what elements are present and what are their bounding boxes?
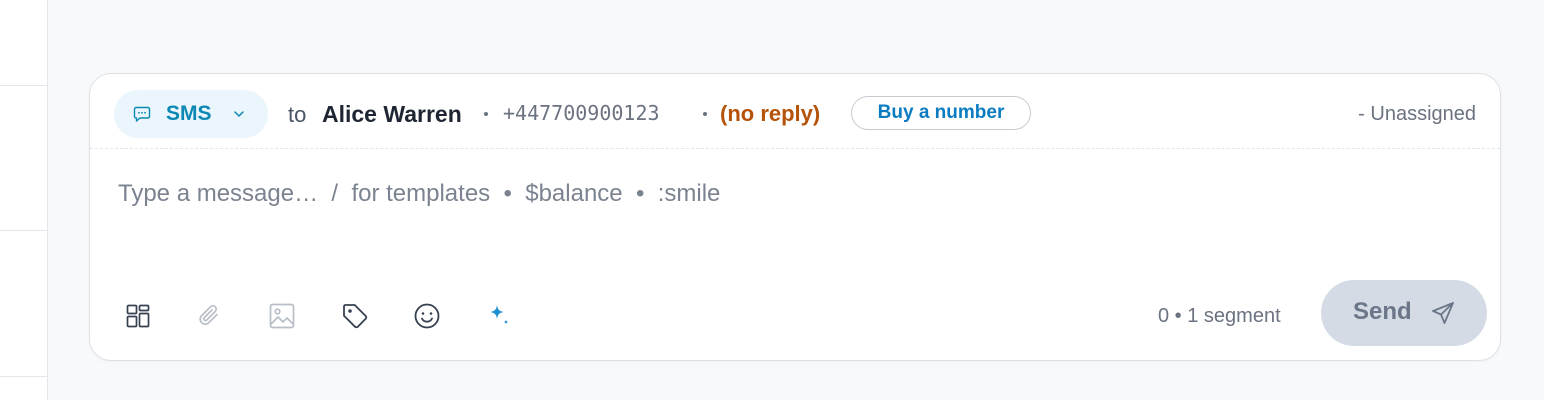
to-label: to	[288, 102, 307, 127]
ai-sparkle-icon	[490, 305, 509, 325]
tag-button[interactable]	[333, 294, 377, 338]
assignee-label[interactable]: - Unassigned	[1358, 103, 1476, 126]
tag-icon	[343, 304, 368, 329]
attach-file-button[interactable]	[188, 294, 232, 338]
emoji-smile-icon	[414, 303, 440, 329]
left-rail	[0, 0, 48, 400]
attach-image-button[interactable]	[260, 294, 304, 338]
left-rail-divider	[0, 376, 47, 377]
send-label: Send	[1353, 298, 1412, 325]
channel-label: SMS	[166, 102, 212, 125]
contact-name[interactable]: Alice Warren	[322, 101, 462, 128]
templates-grid-icon	[126, 304, 150, 328]
contact-phone: +447700900123	[503, 101, 660, 125]
composer-header: SMS to Alice Warren +447700900123 (no re…	[90, 74, 1500, 149]
chat-bubble-icon	[133, 106, 151, 122]
templates-button[interactable]	[116, 294, 160, 338]
left-rail-divider	[0, 230, 47, 231]
send-plane-icon	[1432, 302, 1454, 324]
segment-counter: 0 • 1 segment	[1158, 305, 1281, 327]
image-icon	[269, 303, 295, 329]
chevron-down-icon	[234, 111, 244, 117]
channel-selector[interactable]: SMS	[114, 90, 268, 138]
ai-assist-button[interactable]	[477, 294, 521, 338]
buy-number-button[interactable]: Buy a number	[851, 96, 1031, 130]
paperclip-icon	[199, 305, 218, 325]
message-composer: SMS to Alice Warren +447700900123 (no re…	[89, 73, 1501, 361]
send-button[interactable]: Send	[1321, 280, 1487, 346]
separator-dot	[484, 112, 488, 116]
message-input[interactable]	[118, 176, 1468, 212]
emoji-button[interactable]	[405, 294, 449, 338]
separator-dot	[703, 112, 707, 116]
left-rail-divider	[0, 85, 47, 86]
reply-status: (no reply)	[720, 101, 821, 126]
composer-toolbar: 0 • 1 segment Send	[90, 280, 1500, 346]
